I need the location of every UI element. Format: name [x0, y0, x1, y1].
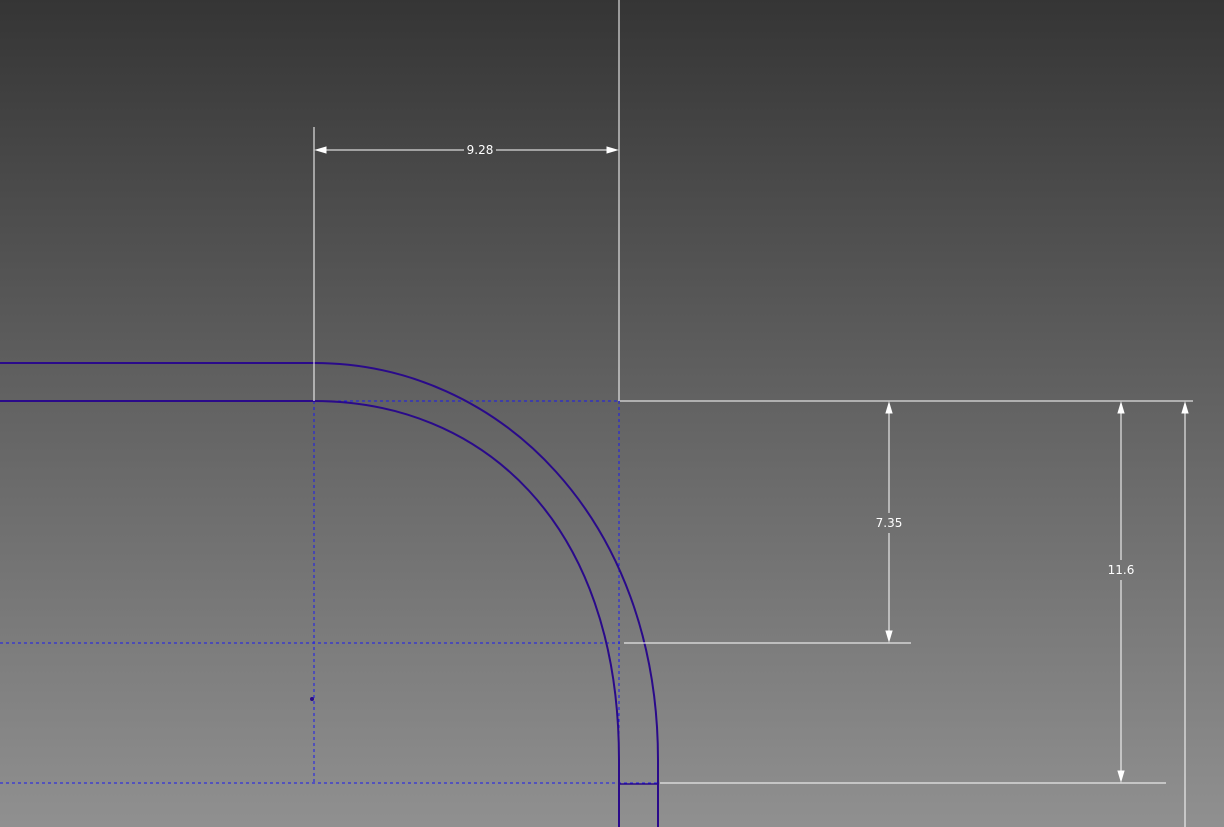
- sketch-geometry: [0, 362, 659, 827]
- dimension-arrow-icon: [1117, 401, 1125, 414]
- dimension-arrow-icon: [885, 401, 893, 414]
- dimension-arrow-icon: [1117, 770, 1125, 783]
- inner-fillet-arc[interactable]: [313, 400, 620, 827]
- dimension-horizontal[interactable]: [313, 0, 620, 401]
- construction-lines: [0, 400, 660, 784]
- sketch-viewport[interactable]: 9.28 7.35 11.6: [0, 0, 1224, 827]
- dimension-arrow-icon: [1181, 401, 1189, 414]
- dimension-arrow-icon: [885, 630, 893, 643]
- dimension-vertical-inner[interactable]: [624, 401, 911, 644]
- dimension-label-horizontal[interactable]: 9.28: [467, 143, 494, 157]
- dimension-arrow-icon: [606, 146, 619, 154]
- center-point-icon[interactable]: [310, 697, 314, 701]
- dimension-vertical-partial[interactable]: [1181, 401, 1189, 827]
- outer-fillet-arc[interactable]: [313, 362, 659, 827]
- dimension-label-vertical-inner[interactable]: 7.35: [876, 516, 903, 530]
- dimension-vertical-outer[interactable]: [660, 401, 1166, 784]
- dimension-label-vertical-outer[interactable]: 11.6: [1108, 563, 1135, 577]
- dimension-arrow-icon: [314, 146, 327, 154]
